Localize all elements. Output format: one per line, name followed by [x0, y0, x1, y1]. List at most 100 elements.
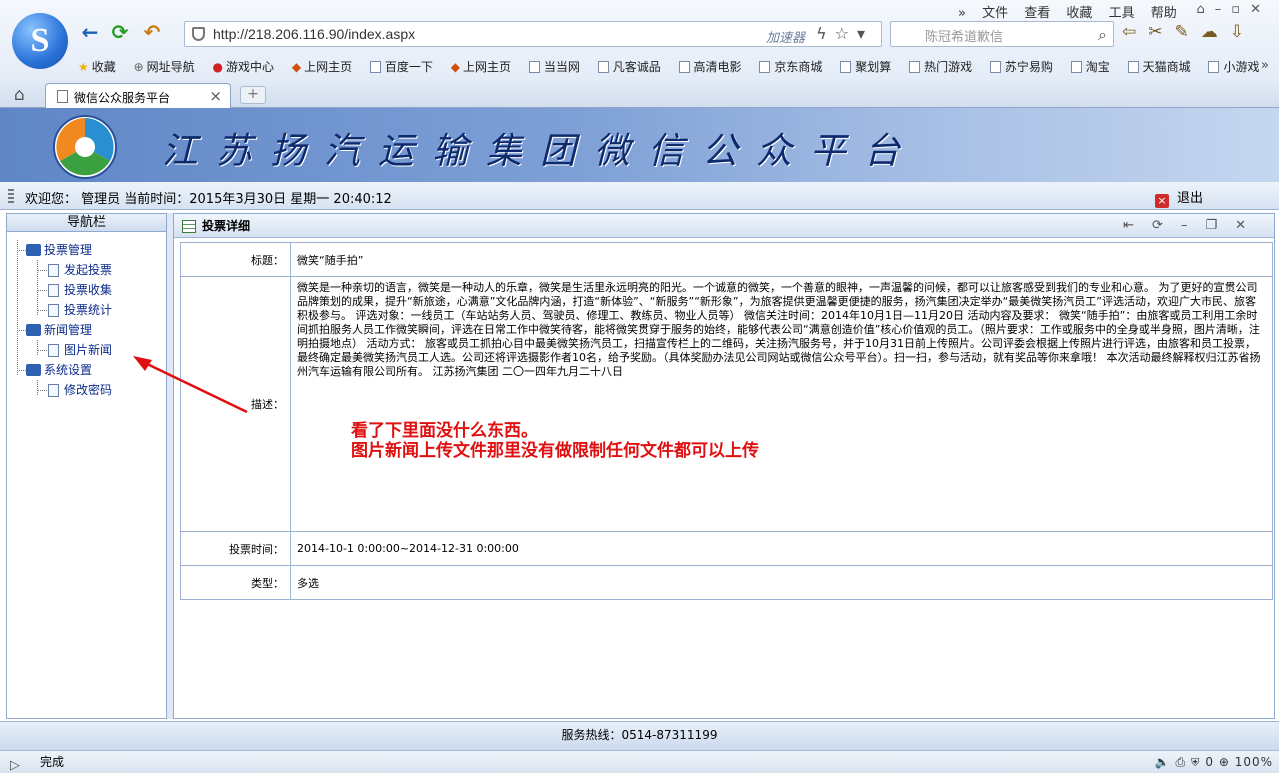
- red-annotation: 看了下里面没什么东西。 图片新闻上传文件那里没有做限制任何文件都可以上传: [351, 421, 759, 461]
- panel-title: 投票详细: [202, 219, 251, 233]
- fav-item[interactable]: 京东商城: [759, 58, 822, 75]
- page-icon: [989, 61, 1001, 73]
- fav-item[interactable]: 百度一下: [369, 58, 433, 75]
- page-icon: [1070, 61, 1082, 73]
- hotline-text: 服务热线：0514-87311199: [561, 728, 718, 742]
- toolbar-icons[interactable]: ⇦✂✎☁⇩: [1122, 22, 1256, 42]
- shield-icon: [192, 27, 205, 41]
- undo-icon[interactable]: ↶: [140, 20, 164, 44]
- accelerator-label[interactable]: 加速器: [766, 27, 805, 46]
- fav-item[interactable]: 苏宁易购: [989, 58, 1053, 75]
- browser-logo-icon: S: [12, 13, 68, 69]
- group-logo-icon: [53, 115, 117, 179]
- welcome-text: 欢迎您： 管理员 当前时间：2015年3月30日 星期一 20:40:12: [25, 192, 392, 207]
- star-icon: ★: [78, 60, 89, 74]
- fav-item[interactable]: ⊕ 网址导航: [134, 58, 195, 75]
- zoom-level[interactable]: 100%: [1235, 755, 1273, 769]
- banner-title: 江苏扬汽运输集团微信公众平台: [162, 131, 919, 172]
- fav-item[interactable]: 淘宝: [1070, 58, 1110, 75]
- fav-item[interactable]: 天猫商城: [1127, 58, 1191, 75]
- nav-item-photo-news[interactable]: 图片新闻: [7, 340, 166, 360]
- fav-item[interactable]: ★ 收藏: [78, 58, 116, 75]
- fav-item[interactable]: 高清电影: [678, 58, 742, 75]
- page-icon: [57, 90, 68, 103]
- page-icon: [597, 61, 609, 73]
- address-bar[interactable]: http://218.206.116.90/index.aspx 加速器 ϟ☆▾: [184, 21, 882, 47]
- fav-item[interactable]: 当当网: [528, 58, 580, 75]
- favorites-more-icon[interactable]: »: [1261, 58, 1269, 73]
- title-label: 标题：: [180, 242, 291, 277]
- fav-item[interactable]: ● 游戏中心: [213, 58, 275, 75]
- main-panel: 投票详细 ⇤⟳–❐✕ 标题： 微笑“随手拍” 描述： 微笑是一种亲切的语言，微笑…: [173, 213, 1275, 719]
- search-icon[interactable]: ⌕: [1098, 25, 1107, 45]
- menu-bar: » 文件 查看 收藏 工具 帮助: [958, 2, 1189, 21]
- back-icon[interactable]: ←: [78, 20, 102, 44]
- home-icon[interactable]: ⌂: [14, 85, 25, 105]
- nav-group-settings[interactable]: 系统设置: [7, 360, 166, 380]
- browser-toolbar: S ← ⟳ ↶ http://218.206.116.90/index.aspx…: [0, 0, 1279, 80]
- status-count: 0: [1205, 755, 1214, 769]
- fav-item[interactable]: ◆ 上网主页: [451, 58, 511, 75]
- new-tab-button[interactable]: +: [240, 86, 266, 104]
- menu-favorites[interactable]: 收藏: [1066, 6, 1092, 21]
- time-label: 投票时间：: [180, 531, 291, 566]
- site-banner: 江苏扬汽运输集团微信公众平台: [0, 108, 1279, 182]
- nav-group-news[interactable]: 新闻管理: [7, 320, 166, 340]
- page-icon: [48, 264, 59, 277]
- desc-label: 描述：: [180, 276, 291, 532]
- menu-tools[interactable]: 工具: [1109, 6, 1135, 21]
- fav-item[interactable]: 聚划算: [840, 58, 891, 75]
- time-value: 2014-10-1 0:00:00~2014-12-31 0:00:00: [290, 531, 1273, 566]
- logout-button[interactable]: × 退出: [1155, 187, 1203, 208]
- title-value: 微笑“随手拍”: [290, 242, 1273, 277]
- close-tab-icon[interactable]: ×: [209, 87, 222, 105]
- document-icon: [182, 220, 196, 233]
- annotation-line-1: 看了下里面没什么东西。: [351, 421, 538, 441]
- nav-item-vote-stats[interactable]: 投票统计: [7, 300, 166, 320]
- nav-item-change-password[interactable]: 修改密码: [7, 380, 166, 400]
- book-icon: [26, 324, 41, 336]
- annotation-line-2: 图片新闻上传文件那里没有做限制任何文件都可以上传: [351, 441, 759, 461]
- page-icon: [1208, 61, 1220, 73]
- panel-controls[interactable]: ⇤⟳–❐✕: [1123, 214, 1264, 238]
- panel-header: 投票详细 ⇤⟳–❐✕: [174, 214, 1274, 238]
- nav-panel-title: 导航栏: [7, 214, 166, 232]
- url-text[interactable]: http://218.206.116.90/index.aspx: [213, 26, 415, 42]
- hao-icon: ◆: [291, 60, 302, 74]
- game-icon: ●: [212, 60, 223, 74]
- refresh-icon[interactable]: ⟳: [108, 20, 132, 44]
- nav-item-start-vote[interactable]: 发起投票: [7, 260, 166, 280]
- page-icon: [1127, 61, 1139, 73]
- fav-item[interactable]: 热门游戏: [909, 58, 972, 75]
- footer-bar: 服务热线：0514-87311199: [0, 721, 1279, 750]
- nav-tree: 投票管理 发起投票 投票收集 投票统计 新闻管理 图片新闻 系统设置 修改密码: [7, 232, 166, 400]
- status-text: 完成: [40, 755, 65, 769]
- page-icon: [528, 61, 540, 73]
- tab-title: 微信公众服务平台: [74, 91, 171, 105]
- menu-arrow-icon[interactable]: »: [958, 6, 966, 21]
- menu-file[interactable]: 文件: [982, 6, 1008, 21]
- page-icon: [759, 61, 771, 73]
- search-box[interactable]: 陈冠希道歉信 ⌕: [890, 21, 1114, 47]
- tab-active[interactable]: 微信公众服务平台 ×: [45, 83, 231, 108]
- star-icon[interactable]: ϟ☆▾: [816, 24, 873, 43]
- fav-item[interactable]: 凡客诚品: [597, 58, 661, 75]
- desc-value: 微笑是一种亲切的语言，微笑是一种动人的乐章，微笑是生活里永远明亮的阳光。一个诚意…: [290, 276, 1273, 532]
- window-controls[interactable]: ⌂–▫✕: [1197, 2, 1271, 17]
- table-row: 标题： 微笑“随手拍”: [180, 242, 1273, 277]
- page-icon: [48, 384, 59, 397]
- fav-item[interactable]: ◆ 上网主页: [292, 58, 352, 75]
- table-row: 类型： 多选: [180, 565, 1273, 600]
- close-icon: ×: [1155, 194, 1169, 208]
- status-right[interactable]: 🔈 ⎙ ⛨ 0 ⊕ 100%: [1155, 752, 1273, 773]
- tab-strip: ⌂ 微信公众服务平台 × +: [0, 80, 1279, 108]
- nav-group-vote[interactable]: 投票管理: [7, 240, 166, 260]
- menu-view[interactable]: 查看: [1024, 6, 1050, 21]
- fav-item[interactable]: 小游戏: [1208, 58, 1259, 75]
- menu-help[interactable]: 帮助: [1151, 6, 1177, 21]
- info-bar: 欢迎您： 管理员 当前时间：2015年3月30日 星期一 20:40:12 × 退…: [0, 182, 1279, 210]
- page-icon: [909, 61, 921, 73]
- nav-item-vote-collect[interactable]: 投票收集: [7, 280, 166, 300]
- search-input[interactable]: 陈冠希道歉信: [925, 26, 1003, 45]
- nav-panel: 导航栏 投票管理 发起投票 投票收集 投票统计 新闻管理 图片新闻 系统设置 修…: [6, 213, 167, 719]
